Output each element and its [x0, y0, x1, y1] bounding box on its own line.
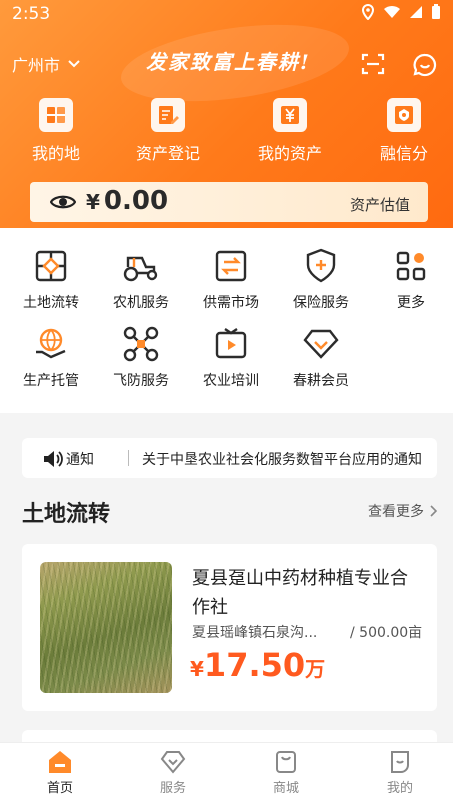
tab-home[interactable]: 首页	[20, 749, 100, 794]
market-icon	[211, 246, 251, 286]
scan-button[interactable]	[361, 52, 385, 76]
chevron-right-icon	[430, 505, 437, 517]
message-button[interactable]	[412, 52, 438, 78]
top-bar: 广州市 发家致富上春耕!	[0, 40, 453, 84]
tab-profile[interactable]: 我的	[360, 749, 440, 794]
asset-amount: ¥0.00	[86, 186, 168, 216]
quick-label: 我的资产	[257, 144, 322, 163]
location-icon	[361, 4, 375, 20]
price-currency: ¥	[190, 657, 204, 681]
quick-credit[interactable]: 融信分	[354, 98, 453, 164]
land-area: / 500.00亩	[350, 625, 423, 641]
service-land-transfer[interactable]: 土地流转	[6, 246, 96, 312]
city-selector[interactable]: 广州市	[12, 52, 80, 76]
service-member[interactable]: 春耕会员	[276, 324, 366, 390]
eye-icon[interactable]	[50, 191, 76, 213]
battery-icon	[432, 4, 440, 19]
price-value: 17.50	[203, 646, 306, 684]
profile-icon	[386, 749, 414, 775]
service-label: 春耕会员	[293, 373, 349, 389]
asset-value: 0.00	[103, 186, 169, 216]
service-drone[interactable]: 飞防服务	[96, 324, 186, 390]
tab-label: 商城	[272, 781, 299, 794]
asset-currency: ¥	[86, 190, 100, 214]
land-price: ¥17.50万	[190, 646, 325, 684]
register-icon	[151, 98, 185, 132]
city-label: 广州市	[12, 56, 61, 75]
tab-label: 首页	[46, 781, 73, 794]
service-more[interactable]: 更多	[366, 246, 453, 312]
land-location: 夏县瑶峰镇石泉沟...	[192, 625, 318, 641]
land-title: 夏县趸山中药材种植专业合作社	[192, 568, 408, 618]
service-market[interactable]: 供需市场	[186, 246, 276, 312]
service-label: 土地流转	[23, 295, 79, 311]
service-label: 生产托管	[23, 373, 79, 389]
service-icon	[159, 749, 187, 775]
land-photo	[40, 562, 172, 693]
services-grid: 土地流转 农机服务 供需市场 保险服务 更多 生产托管 飞防服务 农业培训 春耕…	[0, 228, 453, 413]
notice-label: 通知	[66, 452, 94, 468]
quick-label: 资产登记	[135, 144, 200, 163]
status-time: 2:53	[12, 4, 51, 24]
scan-icon	[361, 53, 385, 75]
view-more-label: 查看更多	[368, 504, 424, 520]
tractor-icon	[121, 246, 161, 286]
wifi-icon	[384, 5, 400, 18]
service-label: 农机服务	[113, 295, 169, 311]
more-grid-icon	[391, 246, 431, 286]
tab-service[interactable]: 服务	[133, 749, 213, 794]
tab-mall[interactable]: 商城	[246, 749, 326, 794]
service-label: 保险服务	[293, 295, 349, 311]
service-insurance[interactable]: 保险服务	[276, 246, 366, 312]
chevron-down-icon	[68, 60, 80, 68]
service-farm-machinery[interactable]: 农机服务	[96, 246, 186, 312]
quick-my-land[interactable]: 我的地	[6, 98, 106, 164]
service-training[interactable]: 农业培训	[186, 324, 276, 390]
tab-label: 服务	[159, 781, 186, 794]
quick-my-assets[interactable]: 我的资产	[240, 98, 340, 164]
shield-icon	[301, 246, 341, 286]
section-title: 土地流转	[22, 502, 111, 527]
status-bar: 2:53	[0, 0, 453, 28]
bottom-tab-bar: 首页 服务 商城 我的	[0, 742, 453, 794]
asset-card[interactable]: ¥0.00 资产估值	[30, 182, 428, 222]
signal-icon	[410, 6, 422, 18]
price-unit: 万	[305, 657, 326, 681]
view-more-link[interactable]: 查看更多	[368, 501, 437, 521]
notice-divider	[128, 450, 129, 466]
notice-text[interactable]: 关于中垦农业社会化服务数智平台应用的通知	[142, 449, 422, 469]
yen-icon	[273, 98, 307, 132]
land-icon	[39, 98, 73, 132]
credit-icon	[387, 98, 421, 132]
quick-label: 我的地	[31, 144, 80, 163]
quick-asset-register[interactable]: 资产登记	[118, 98, 218, 164]
quick-links: 我的地 资产登记 我的资产 融信分	[0, 98, 453, 168]
quick-label: 融信分	[379, 144, 428, 163]
service-label: 农业培训	[203, 373, 259, 389]
mall-icon	[272, 749, 300, 775]
member-icon	[301, 324, 341, 364]
tab-label: 我的	[386, 781, 413, 794]
service-label: 飞防服务	[113, 373, 169, 389]
slogan: 发家致富上春耕!	[146, 50, 311, 74]
hosting-icon	[31, 324, 71, 364]
land-transfer-icon	[31, 246, 71, 286]
notice-bar[interactable]: 通知 关于中垦农业社会化服务数智平台应用的通知	[22, 438, 437, 478]
service-label: 供需市场	[203, 295, 259, 311]
status-icons	[361, 4, 441, 20]
asset-estimate-label: 资产估值	[349, 196, 410, 214]
drone-icon	[121, 324, 161, 364]
service-hosting[interactable]: 生产托管	[6, 324, 96, 390]
land-listing-card[interactable]: 夏县趸山中药材种植专业合作社 夏县瑶峰镇石泉沟... / 500.00亩 ¥17…	[22, 544, 437, 711]
speaker-icon	[44, 451, 63, 467]
chat-icon	[413, 53, 437, 77]
home-icon	[46, 749, 74, 775]
service-label: 更多	[397, 295, 425, 311]
training-icon	[211, 324, 251, 364]
